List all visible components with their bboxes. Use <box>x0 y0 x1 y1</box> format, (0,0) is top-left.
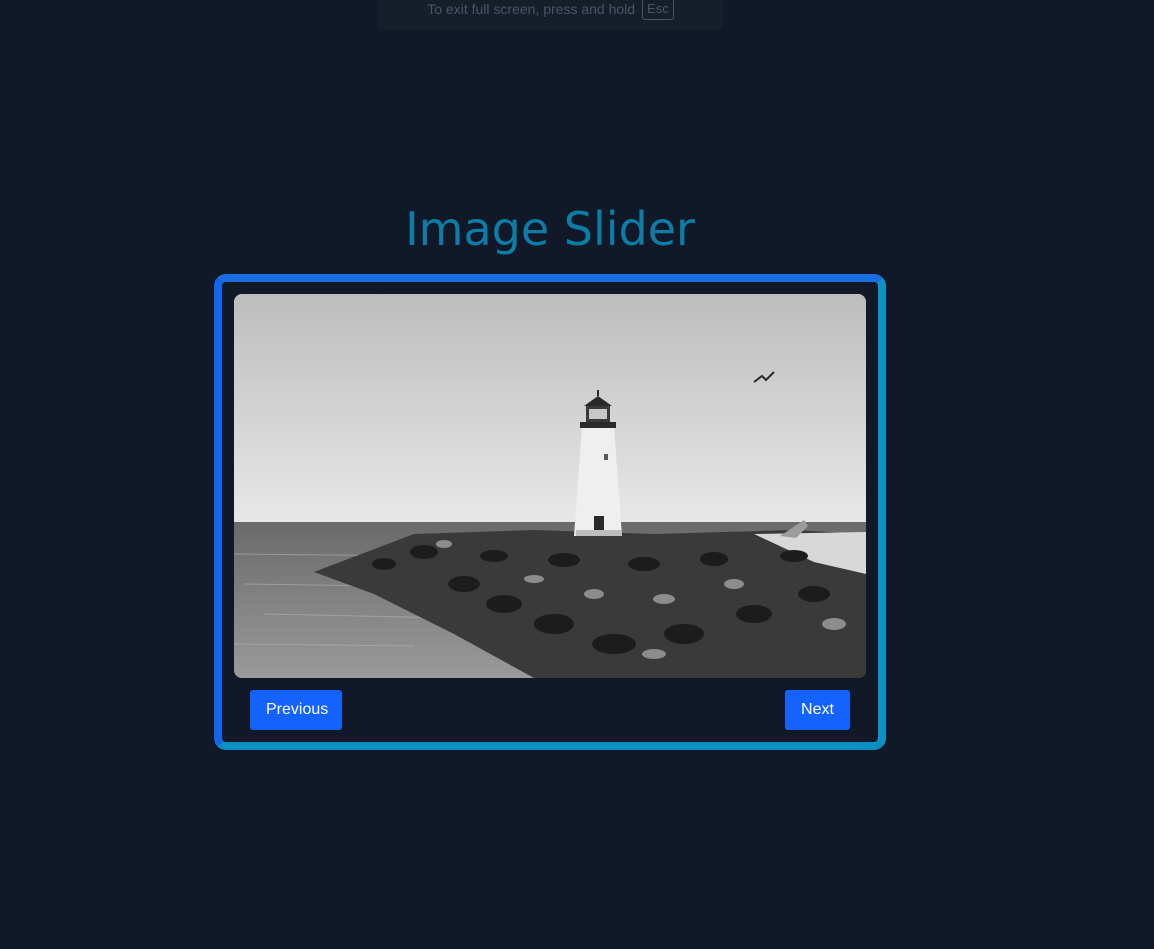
lighthouse-image <box>234 294 866 678</box>
page-title: Image Slider <box>405 202 695 256</box>
esc-key-hint: Esc <box>642 0 674 20</box>
fullscreen-exit-notice: To exit full screen, press and hold Esc <box>378 0 723 30</box>
next-button[interactable]: Next <box>785 690 850 730</box>
previous-button[interactable]: Previous <box>250 690 342 730</box>
image-slider: Previous Next <box>214 274 886 750</box>
slide-image <box>234 294 866 678</box>
fullscreen-exit-text: To exit full screen, press and hold <box>427 1 636 17</box>
